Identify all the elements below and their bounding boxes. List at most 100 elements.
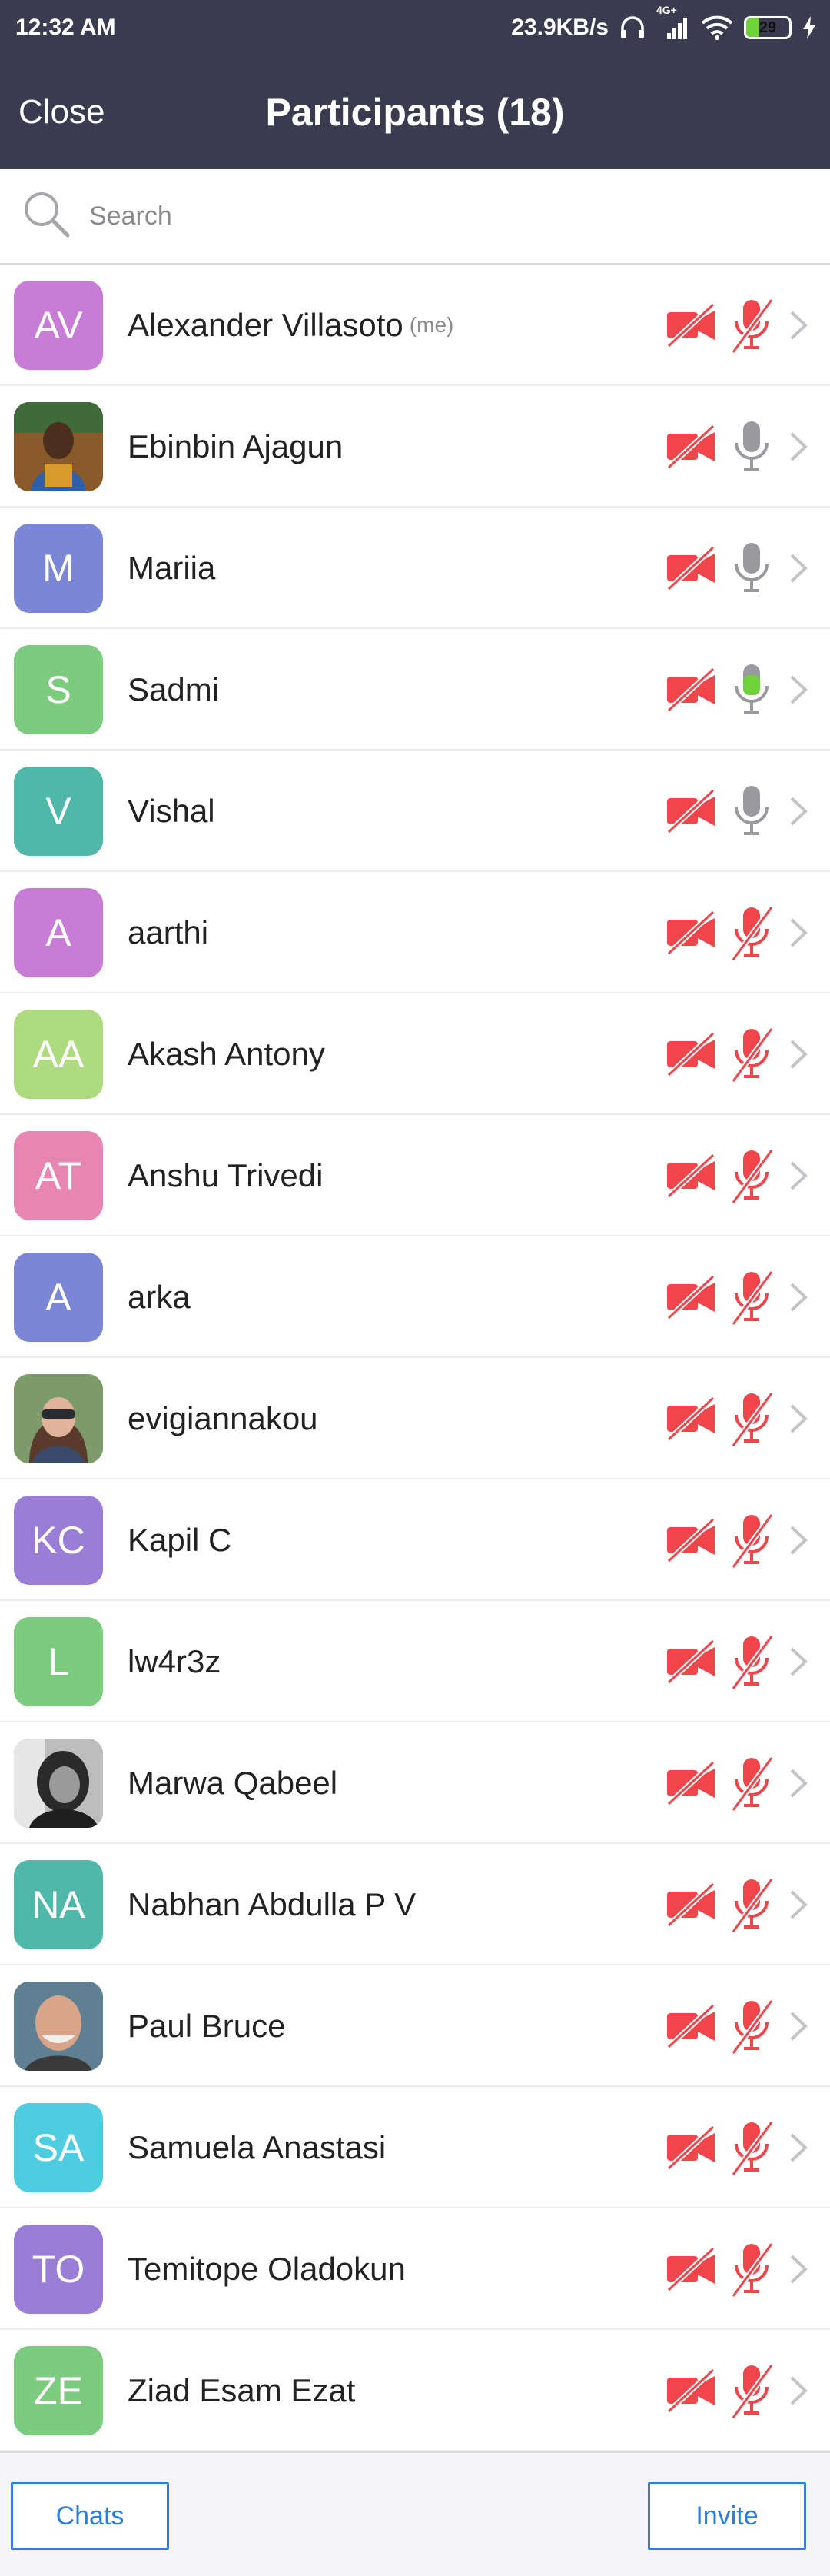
mic-icon [729,783,775,845]
mic-muted-icon [729,1876,775,1939]
status-bar: 12:32 AM 23.9KB/s 4G+ 29 [0,0,830,55]
participant-row[interactable]: Aarka [0,1236,830,1358]
chevron-right-icon [788,2375,808,2411]
participant-row[interactable]: Ebinbin Ajagun [0,386,830,508]
mic-icon [729,418,775,481]
participant-row[interactable]: SA Samuela Anastasi [0,2087,830,2208]
video-off-icon [666,1153,716,1202]
participant-name: Kapil C [128,1522,232,1558]
video-off-icon [666,1274,716,1323]
video-off-icon [666,2125,716,2174]
mic-muted-icon [729,2119,775,2182]
mic-muted-icon [729,1026,775,1088]
participant-name: evigiannakou [128,1400,318,1436]
avatar-initials: AT [35,1154,82,1197]
video-off-icon [666,1031,716,1080]
avatar: A [14,1253,103,1342]
participant-name: Sadmi [128,671,220,707]
participant-row[interactable]: KC Kapil C [0,1479,830,1601]
participant-row[interactable]: AA Akash Antony [0,993,830,1115]
participant-row[interactable]: ZE Ziad Esam Ezat [0,2330,830,2451]
participant-row[interactable]: evigiannakou [0,1358,830,1479]
avatar: M [14,524,103,613]
battery-level: 29 [759,18,777,36]
chevron-right-icon [788,1038,808,1074]
participant-name-wrap: Paul Bruce [128,1965,285,2087]
mic-muted-icon [729,904,775,967]
participant-name: aarthi [128,914,209,950]
participant-row[interactable]: Paul Bruce [0,1965,830,2087]
participant-row[interactable]: AV Alexander Villasoto (me) [0,265,830,386]
page-title: Participants (18) [265,91,565,134]
participant-name: lw4r3z [128,1643,221,1679]
participant-name-wrap: Vishal [128,751,215,872]
participant-name-wrap: evigiannakou [128,1358,318,1479]
close-button[interactable]: Close [18,55,105,169]
participant-name-wrap: Sadmi [128,629,219,751]
chevron-right-icon [788,1767,808,1803]
avatar-initials: V [45,790,71,833]
chevron-right-icon [788,795,808,831]
participant-row[interactable]: M Mariia [0,508,830,629]
participant-row[interactable]: Marwa Qabeel [0,1722,830,1844]
participant-name-wrap: Nabhan Abdulla P V [128,1844,416,1965]
footer-bar: Chats Invite [0,2451,830,2576]
chats-button[interactable]: Chats [11,2482,169,2550]
video-off-icon [666,910,716,959]
video-off-icon [666,667,716,716]
mic-muted-icon [729,1269,775,1331]
participant-row[interactable]: AT Anshu Trivedi [0,1115,830,1236]
participant-row[interactable]: V Vishal [0,751,830,872]
mic-muted-icon [729,1633,775,1696]
participant-name-wrap: Akash Antony [128,993,325,1115]
chevron-right-icon [788,1281,808,1317]
avatar-initials: A [45,1276,71,1319]
participant-name: Akash Antony [128,1036,325,1072]
avatar: L [14,1617,103,1706]
chevron-right-icon [788,2253,808,2289]
participant-name-wrap: Ebinbin Ajagun [128,386,343,508]
status-icons: 23.9KB/s 4G+ 29 [511,4,816,41]
search-icon [22,189,72,244]
chevron-right-icon [788,431,808,467]
video-off-icon [666,2368,716,2417]
chevron-right-icon [788,917,808,953]
avatar [14,402,103,491]
participant-name: Paul Bruce [128,2008,286,2044]
mic-muted-icon [729,1390,775,1453]
participant-name: Vishal [128,793,215,829]
video-off-icon [666,1760,716,1809]
participant-name: Anshu Trivedi [128,1157,324,1193]
participant-name: arka [128,1279,191,1315]
mic-muted-icon [729,1147,775,1210]
participant-name: Ziad Esam Ezat [128,2372,356,2408]
search-input[interactable] [89,201,781,231]
avatar-initials: A [45,911,71,954]
invite-button[interactable]: Invite [648,2482,806,2550]
avatar: AT [14,1131,103,1220]
network-type: 4G+ [656,4,677,16]
participant-row[interactable]: Aaarthi [0,872,830,993]
participant-row[interactable]: TO Temitope Oladokun [0,2208,830,2330]
avatar-initials: SA [32,2126,85,2169]
avatar-initials: ZE [34,2369,83,2412]
avatar [14,1374,103,1463]
avatar: S [14,645,103,734]
participant-name: Mariia [128,550,216,586]
avatar-initials: AV [34,304,83,347]
avatar-initials: NA [32,1883,85,1926]
participant-name-wrap: Anshu Trivedi [128,1115,323,1236]
status-time: 12:32 AM [15,15,116,40]
participant-name: Ebinbin Ajagun [128,428,344,464]
mic-icon [729,661,775,724]
app-header: Close Participants (18) [0,55,830,169]
chevron-right-icon [788,674,808,710]
participant-row[interactable]: Llw4r3z [0,1601,830,1722]
participant-row[interactable]: NA Nabhan Abdulla P V [0,1844,830,1965]
avatar [14,1982,103,2071]
participant-row[interactable]: S Sadmi [0,629,830,751]
participant-name-wrap: Ziad Esam Ezat [128,2330,355,2451]
avatar-initials: M [42,547,75,590]
chevron-right-icon [788,2010,808,2046]
video-off-icon [666,302,716,351]
